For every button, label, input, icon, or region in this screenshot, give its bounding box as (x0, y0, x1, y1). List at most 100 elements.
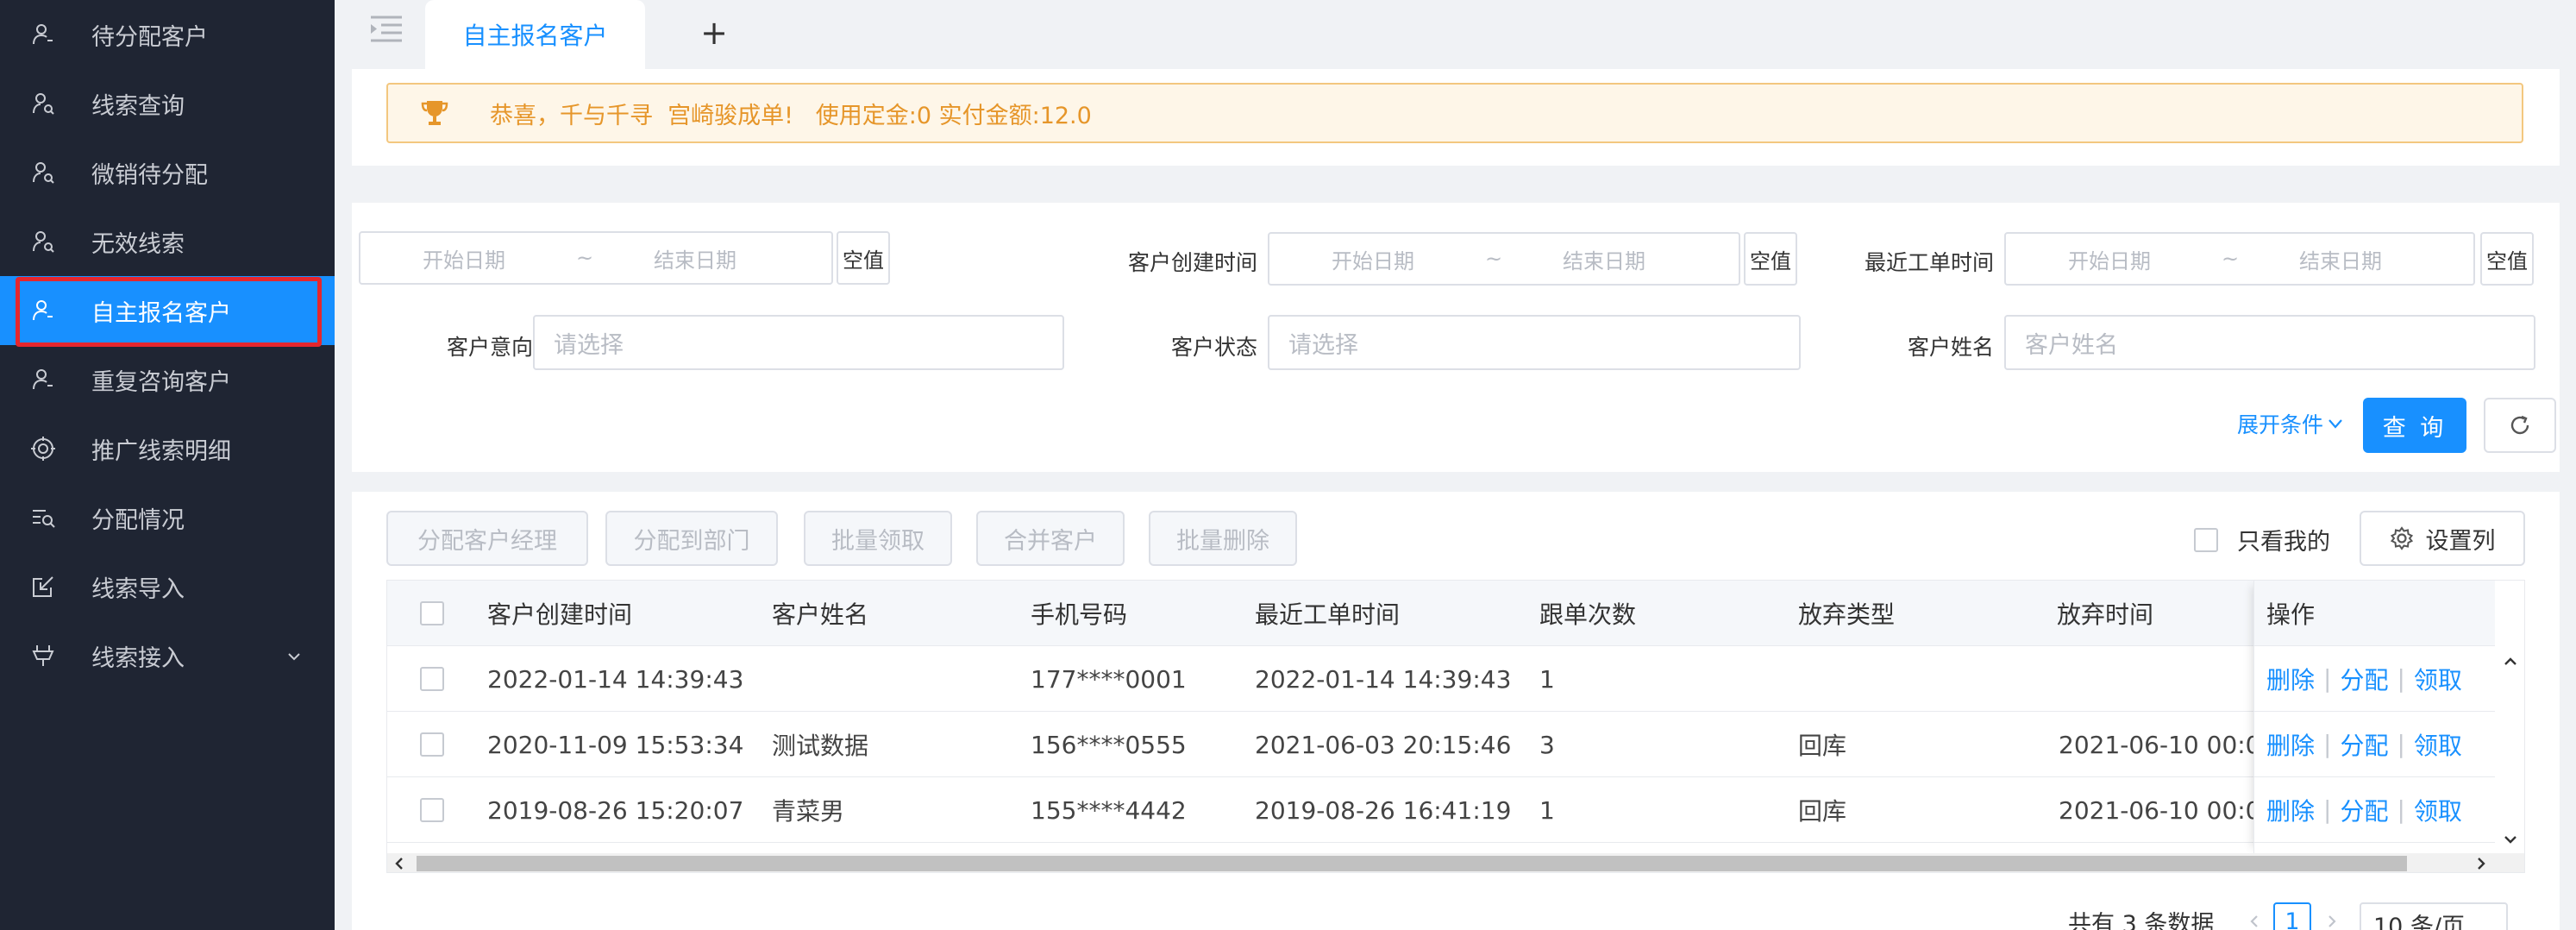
only-mine-box[interactable] (2194, 527, 2218, 552)
col-header-follow-count[interactable]: 跟单次数 (1539, 581, 1636, 646)
claim-link[interactable]: 领取 (2414, 662, 2462, 696)
user-icon (28, 295, 59, 326)
range-separator: ~ (1485, 247, 1503, 271)
tab-self-signup-customers[interactable]: 自主报名客户 (425, 0, 645, 69)
clear-range-1-button[interactable]: 空值 (837, 231, 890, 285)
query-button[interactable]: 查 询 (2363, 398, 2466, 453)
cell-abandon-type: 回库 (1798, 797, 1847, 826)
assign-department-button[interactable]: 分配到部门 (605, 511, 778, 566)
notice-text: 恭喜，千与千寻 宫崎骏成单! 使用定金:0 实付金额:12.0 (490, 102, 1092, 129)
select-all-checkbox[interactable] (420, 601, 444, 625)
claim-link[interactable]: 领取 (2414, 793, 2462, 827)
delete-link[interactable]: 删除 (2266, 662, 2315, 696)
plug-icon (28, 640, 59, 671)
end-date-placeholder: 结束日期 (1563, 248, 1645, 273)
cell-phone: 177****0001 (1031, 664, 1187, 694)
separator: | (2323, 795, 2332, 824)
row-checkbox[interactable] (420, 667, 444, 691)
scroll-right-icon[interactable] (2473, 855, 2490, 872)
set-columns-button[interactable]: 设置列 (2360, 511, 2525, 566)
refresh-button[interactable] (2484, 398, 2556, 453)
create-time-label: 客户创建时间 (1127, 250, 1257, 275)
merge-customers-button[interactable]: 合并客户 (976, 511, 1125, 566)
table-row[interactable]: 2020-11-09 15:53:34 测试数据 156****0555 202… (387, 712, 2524, 777)
scroll-up-icon[interactable] (2502, 653, 2519, 670)
sidebar-item-6[interactable]: 推广线索明细 (0, 414, 335, 483)
batch-claim-button[interactable]: 批量领取 (804, 511, 952, 566)
name-input[interactable]: 客户姓名 (2004, 315, 2535, 370)
cell-follow-count: 3 (1539, 730, 1555, 759)
delete-link[interactable]: 删除 (2266, 793, 2315, 827)
user-search-icon (28, 157, 59, 188)
cell-follow-count: 1 (1539, 664, 1555, 694)
table-row[interactable]: 2019-08-26 15:20:07 青菜男 155****4442 2019… (387, 777, 2524, 843)
col-header-phone[interactable]: 手机号码 (1031, 581, 1127, 646)
pagination-total: 共有 3 条数据 (2068, 910, 2215, 930)
create-time-range[interactable]: 开始日期 ~ 结束日期 (1268, 232, 1740, 286)
start-date-placeholder: 开始日期 (2068, 248, 2151, 273)
batch-delete-button[interactable]: 批量删除 (1149, 511, 1297, 566)
separator: | (2397, 730, 2405, 758)
prev-page-icon[interactable] (2246, 913, 2263, 930)
sidebar-item-0[interactable]: 待分配客户 (0, 0, 335, 69)
page-1-button[interactable]: 1 (2273, 902, 2311, 930)
assign-link[interactable]: 分配 (2340, 727, 2388, 762)
claim-link[interactable]: 领取 (2414, 727, 2462, 762)
clear-create-time-button[interactable]: 空值 (1744, 232, 1797, 286)
notice-container: 恭喜，千与千寻 宫崎骏成单! 使用定金:0 实付金额:12.0 (352, 69, 2560, 166)
cell-create-time: 2019-08-26 15:20:07 (487, 795, 744, 825)
filter-panel: 开始日期 ~ 结束日期 空值 客户创建时间 开始日期 ~ 结束日期 空值 最近工… (352, 203, 2560, 472)
table-row[interactable]: 2022-01-14 14:39:43 177****0001 2022-01-… (387, 646, 2524, 712)
sidebar-item-label: 无效线索 (91, 230, 185, 258)
only-mine-checkbox[interactable]: 只看我的 (2194, 523, 2330, 556)
col-header-abandon-type[interactable]: 放弃类型 (1798, 581, 1895, 646)
page-size-select[interactable]: 10 条/页 (2360, 902, 2508, 930)
sidebar-item-8[interactable]: 线索导入 (0, 552, 335, 621)
sidebar-item-label: 分配情况 (91, 506, 185, 534)
last-ticket-time-range[interactable]: 开始日期 ~ 结束日期 (2004, 232, 2475, 286)
col-header-create-time[interactable]: 客户创建时间 (487, 581, 632, 646)
add-tab-button[interactable]: + (697, 14, 731, 52)
trophy-icon (421, 101, 448, 125)
sidebar-item-7[interactable]: 分配情况 (0, 483, 335, 552)
tabs-bar: 自主报名客户 + (335, 0, 2576, 69)
cell-abandon-time: 2021-06-10 00:00 (2059, 730, 2277, 759)
delete-link[interactable]: 删除 (2266, 727, 2315, 762)
col-header-abandon-time[interactable]: 放弃时间 (2057, 581, 2153, 646)
sidebar-item-5[interactable]: 重复咨询客户 (0, 345, 335, 414)
assign-link[interactable]: 分配 (2340, 793, 2388, 827)
vertical-scrollbar[interactable] (2495, 581, 2524, 853)
sidebar-item-label: 线索导入 (91, 575, 185, 603)
sidebar-item-label: 微销待分配 (91, 161, 208, 189)
assign-manager-button[interactable]: 分配客户经理 (386, 511, 588, 566)
sidebar-item-1[interactable]: 线索查询 (0, 69, 335, 138)
date-range-1[interactable]: 开始日期 ~ 结束日期 (359, 231, 833, 285)
expand-conditions-link[interactable]: 展开条件 (2237, 408, 2344, 439)
sidebar-item-9[interactable]: 线索接入 (0, 621, 335, 690)
cell-last-ticket-time: 2022-01-14 14:39:43 (1255, 664, 1512, 694)
col-header-customer-name[interactable]: 客户姓名 (772, 581, 868, 646)
table-card: 分配客户经理 分配到部门 批量领取 合并客户 批量删除 只看我的 设置列 客户创… (352, 492, 2560, 930)
sidebar-item-2[interactable]: 微销待分配 (0, 138, 335, 207)
intent-select[interactable]: 请选择 (533, 315, 1064, 370)
clear-last-ticket-time-button[interactable]: 空值 (2480, 232, 2534, 286)
col-header-last-ticket-time[interactable]: 最近工单时间 (1255, 581, 1400, 646)
row-checkbox[interactable] (420, 732, 444, 757)
cell-last-ticket-time: 2019-08-26 16:41:19 (1255, 795, 1512, 825)
scroll-left-icon[interactable] (391, 855, 408, 872)
scroll-down-icon[interactable] (2502, 831, 2519, 848)
horizontal-scrollbar[interactable] (387, 853, 2524, 872)
sidebar-item-3[interactable]: 无效线索 (0, 207, 335, 276)
status-select[interactable]: 请选择 (1268, 315, 1801, 370)
menu-collapse-icon[interactable] (369, 14, 404, 45)
row-operations: 删除 | 分配 | 领取 (2254, 777, 2496, 843)
sidebar-item-label: 线索接入 (91, 644, 185, 672)
sidebar-item-4[interactable]: 自主报名客户 (0, 276, 335, 345)
user-icon (28, 364, 59, 395)
next-page-icon[interactable] (2323, 913, 2341, 930)
assign-link[interactable]: 分配 (2340, 662, 2388, 696)
cell-create-time: 2022-01-14 14:39:43 (487, 664, 744, 694)
row-checkbox[interactable] (420, 798, 444, 822)
scrollbar-thumb[interactable] (417, 856, 2407, 871)
cell-phone: 156****0555 (1031, 730, 1187, 759)
